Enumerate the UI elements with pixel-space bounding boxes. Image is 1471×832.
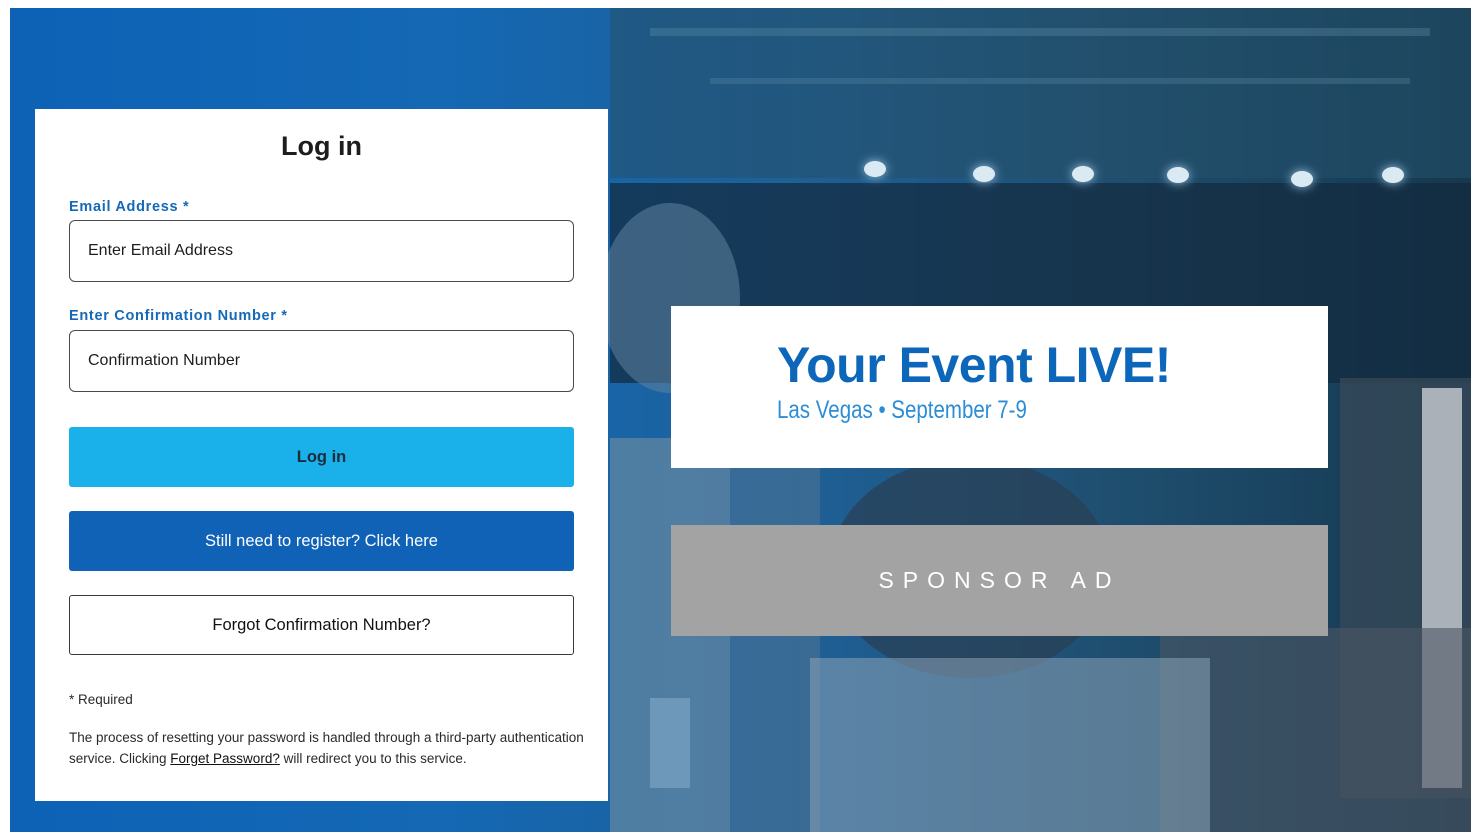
forgot-confirmation-button[interactable]: Forgot Confirmation Number? [69, 595, 574, 655]
background-photo: Log in Email Address * Enter Confirmatio… [10, 8, 1471, 832]
register-button[interactable]: Still need to register? Click here [69, 511, 574, 571]
login-button[interactable]: Log in [69, 427, 574, 487]
info-text-end: will redirect you to this service. [279, 751, 467, 766]
required-note: * Required [69, 692, 133, 707]
confirmation-number-input[interactable] [69, 330, 574, 392]
sponsor-ad[interactable]: SPONSOR AD [671, 525, 1328, 636]
login-card: Log in Email Address * Enter Confirmatio… [35, 109, 608, 801]
ceiling-light [1382, 167, 1404, 183]
confirmation-number-label: Enter Confirmation Number * [69, 308, 288, 324]
event-subtitle: Las Vegas • September 7-9 [777, 396, 1027, 424]
ceiling-light [973, 166, 995, 182]
ceiling-light [1072, 166, 1094, 182]
email-label: Email Address * [69, 199, 190, 215]
ceiling-light [1291, 171, 1313, 187]
forget-password-link[interactable]: Forget Password? [170, 751, 280, 766]
ceiling-light [1167, 167, 1189, 183]
email-input[interactable] [69, 220, 574, 282]
password-reset-info: The process of resetting your password i… [69, 727, 589, 769]
event-title: Your Event LIVE! [777, 337, 1171, 393]
login-title: Log in [281, 131, 362, 161]
event-banner: Your Event LIVE! Las Vegas • September 7… [671, 306, 1328, 468]
ceiling-light [864, 161, 886, 177]
